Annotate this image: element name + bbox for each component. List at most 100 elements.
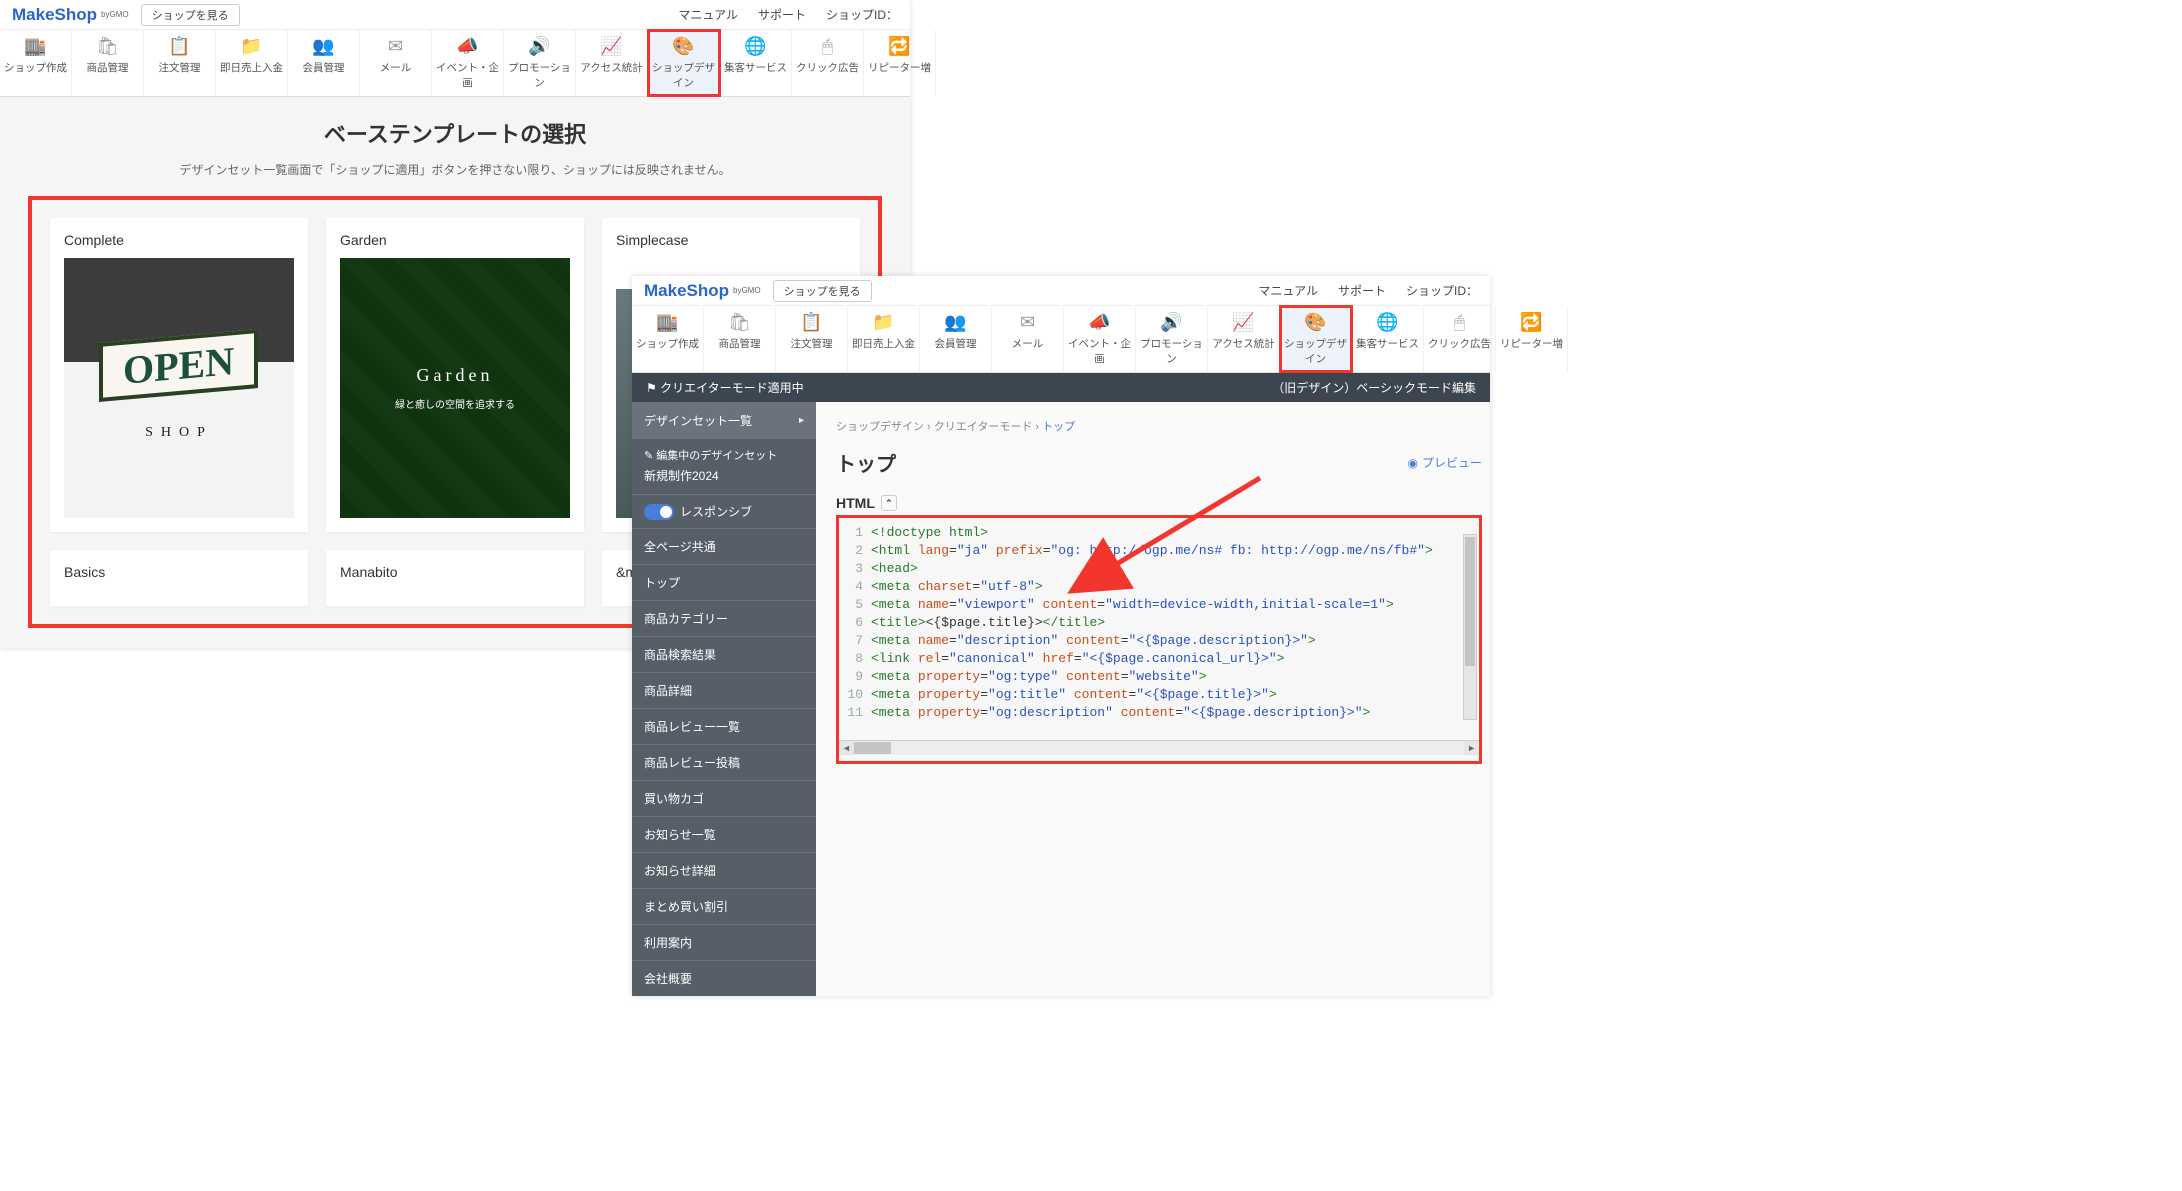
nav-icon: 📈 <box>576 36 647 57</box>
nav-label: リピーター増 <box>868 62 931 74</box>
line-number: 10 <box>839 686 871 704</box>
nav-label: プロモーション <box>508 62 571 89</box>
nav-label: クリック広告 <box>796 62 859 74</box>
nav-icon: 🏬 <box>0 36 71 57</box>
nav-item-5[interactable]: ✉メール <box>992 306 1064 372</box>
nav-icon: 🖱 <box>792 36 863 57</box>
sidebar-item[interactable]: 商品レビュー投稿 <box>632 744 816 780</box>
sidebar-item[interactable]: お知らせ一覧 <box>632 816 816 852</box>
sidebar-item[interactable]: まとめ買い割引 <box>632 888 816 924</box>
logo-sup: byGMO <box>101 10 129 19</box>
template-card[interactable]: Manabito <box>326 550 584 606</box>
nav-item-12[interactable]: 🔁 リピーター増 <box>864 30 936 96</box>
sidebar-design-name: 新規制作2024 <box>632 467 816 494</box>
line-number: 3 <box>839 560 871 578</box>
sidebar-item[interactable]: 会社概要 <box>632 960 816 996</box>
nav-item-8[interactable]: 📈アクセス統計 <box>576 30 648 96</box>
page-title: ベーステンプレートの選択 <box>0 117 910 149</box>
nav-item-2[interactable]: 📋注文管理 <box>144 30 216 96</box>
nav-icon: 🌐 <box>1352 312 1423 333</box>
nav-item-0[interactable]: 🏬ショップ作成 <box>0 30 72 96</box>
sidebar-item[interactable]: 全ページ共通 <box>632 528 816 564</box>
nav-icon: 🔁 <box>1496 312 1567 333</box>
sidebar-item[interactable]: 利用案内 <box>632 924 816 960</box>
template-card[interactable]: CompleteOPENSHOP <box>50 218 308 532</box>
scrollbar-vertical[interactable] <box>1463 534 1477 720</box>
nav-item-1[interactable]: 🛍商品管理 <box>72 30 144 96</box>
sidebar-item[interactable]: 商品カテゴリー <box>632 600 816 636</box>
nav-item-1[interactable]: 🛍商品管理 <box>704 306 776 372</box>
nav-item-5[interactable]: ✉メール <box>360 30 432 96</box>
responsive-toggle[interactable] <box>644 504 674 520</box>
nav-label: クリック広告 <box>1428 338 1491 350</box>
support-link[interactable]: サポート <box>758 6 806 23</box>
manual-link[interactable]: マニュアル <box>1258 282 1318 299</box>
nav-item-8[interactable]: 📈アクセス統計 <box>1208 306 1280 372</box>
nav-item-9[interactable]: 🎨ショップデザイン <box>1280 306 1352 372</box>
template-name: Complete <box>64 232 294 248</box>
nav-item-7[interactable]: 🔊プロモーション <box>504 30 576 96</box>
nav-icon: 📈 <box>1208 312 1279 333</box>
nav-item-10[interactable]: 🌐集客サービス <box>1352 306 1424 372</box>
sidebar-item[interactable]: お知らせ詳細 <box>632 852 816 888</box>
template-card[interactable]: GardenGarden緑と癒しの空間を追求する <box>326 218 584 532</box>
creator-mode-bar: クリエイターモード適用中 （旧デザイン）ベーシックモード編集 <box>632 373 1490 402</box>
breadcrumb-item[interactable]: ショップデザイン <box>836 421 924 433</box>
sidebar-item[interactable]: 商品詳細 <box>632 672 816 708</box>
sidebar-design-list[interactable]: デザインセット一覧 <box>632 402 816 439</box>
code-line: 2<html lang="ja" prefix="og: http://ogp.… <box>839 542 1479 560</box>
nav-item-6[interactable]: 📣イベント・企画 <box>432 30 504 96</box>
breadcrumb-item[interactable]: クリエイターモード <box>934 421 1033 433</box>
logo-text: MakeShop <box>644 281 729 301</box>
line-number: 8 <box>839 650 871 668</box>
code-line: 5<meta name="viewport" content="width=de… <box>839 596 1479 614</box>
nav-item-9[interactable]: 🎨ショップデザイン <box>648 30 720 96</box>
support-link[interactable]: サポート <box>1338 282 1386 299</box>
nav-item-4[interactable]: 👥会員管理 <box>920 306 992 372</box>
code-line: 3<head> <box>839 560 1479 578</box>
line-number: 9 <box>839 668 871 686</box>
nav-label: 商品管理 <box>87 62 129 74</box>
collapse-icon[interactable]: ⌃ <box>881 495 897 511</box>
nav-item-6[interactable]: 📣イベント・企画 <box>1064 306 1136 372</box>
nav-label: ショップデザイン <box>652 62 715 89</box>
sidebar-item[interactable]: 商品検索結果 <box>632 636 816 672</box>
template-card[interactable]: Basics <box>50 550 308 606</box>
nav-item-4[interactable]: 👥 会員管理 <box>288 30 360 96</box>
nav-icon: 📣 <box>1064 312 1135 333</box>
code-line: 7<meta name="description" content="<{$pa… <box>839 632 1479 650</box>
logo: MakeShop byGMO ショップを見る <box>644 280 872 302</box>
sidebar-item[interactable]: 買い物カゴ <box>632 780 816 816</box>
top-right-links: マニュアル サポート ショップID： <box>678 6 898 23</box>
nav-item-3[interactable]: 📁即日売上入金 <box>848 306 920 372</box>
view-shop-button[interactable]: ショップを見る <box>141 4 240 26</box>
nav-item-12[interactable]: 🔁リピーター増 <box>1496 306 1568 372</box>
nav-item-0[interactable]: 🏬ショップ作成 <box>632 306 704 372</box>
scrollbar-horizontal[interactable] <box>839 740 1479 755</box>
nav-item-7[interactable]: 🔊プロモーション <box>1136 306 1208 372</box>
html-label: HTML <box>836 495 875 511</box>
section-title: トップ <box>836 448 896 477</box>
code-line: 11<meta property="og:description" conten… <box>839 704 1479 722</box>
basic-mode-link[interactable]: （旧デザイン）ベーシックモード編集 <box>1272 379 1476 396</box>
nav-icon: 🌐 <box>720 36 791 57</box>
nav-label: 注文管理 <box>791 338 833 350</box>
view-shop-button[interactable]: ショップを見る <box>773 280 872 302</box>
line-number: 2 <box>839 542 871 560</box>
nav-item-10[interactable]: 🌐集客サービス <box>720 30 792 96</box>
nav-item-11[interactable]: 🖱クリック広告 <box>1424 306 1496 372</box>
logo: MakeShop byGMO ショップを見る <box>12 4 240 26</box>
nav-item-11[interactable]: 🖱 クリック広告 <box>792 30 864 96</box>
sidebar-item[interactable]: 商品レビュー一覧 <box>632 708 816 744</box>
nav-icon: 🔁 <box>864 36 935 57</box>
nav-label: 会員管理 <box>303 62 345 74</box>
preview-link[interactable]: プレビュー <box>1408 454 1483 471</box>
code-editor[interactable]: 1<!doctype html>2<html lang="ja" prefix=… <box>839 524 1479 740</box>
nav-item-2[interactable]: 📋注文管理 <box>776 306 848 372</box>
manual-link[interactable]: マニュアル <box>678 6 738 23</box>
sidebar-item[interactable]: トップ <box>632 564 816 600</box>
template-preview: Garden緑と癒しの空間を追求する <box>340 258 570 518</box>
nav-icon: 👥 <box>288 36 359 57</box>
nav-item-3[interactable]: 📁即日売上入金 <box>216 30 288 96</box>
topbar: MakeShop byGMO ショップを見る マニュアル サポート ショップID… <box>0 0 910 30</box>
